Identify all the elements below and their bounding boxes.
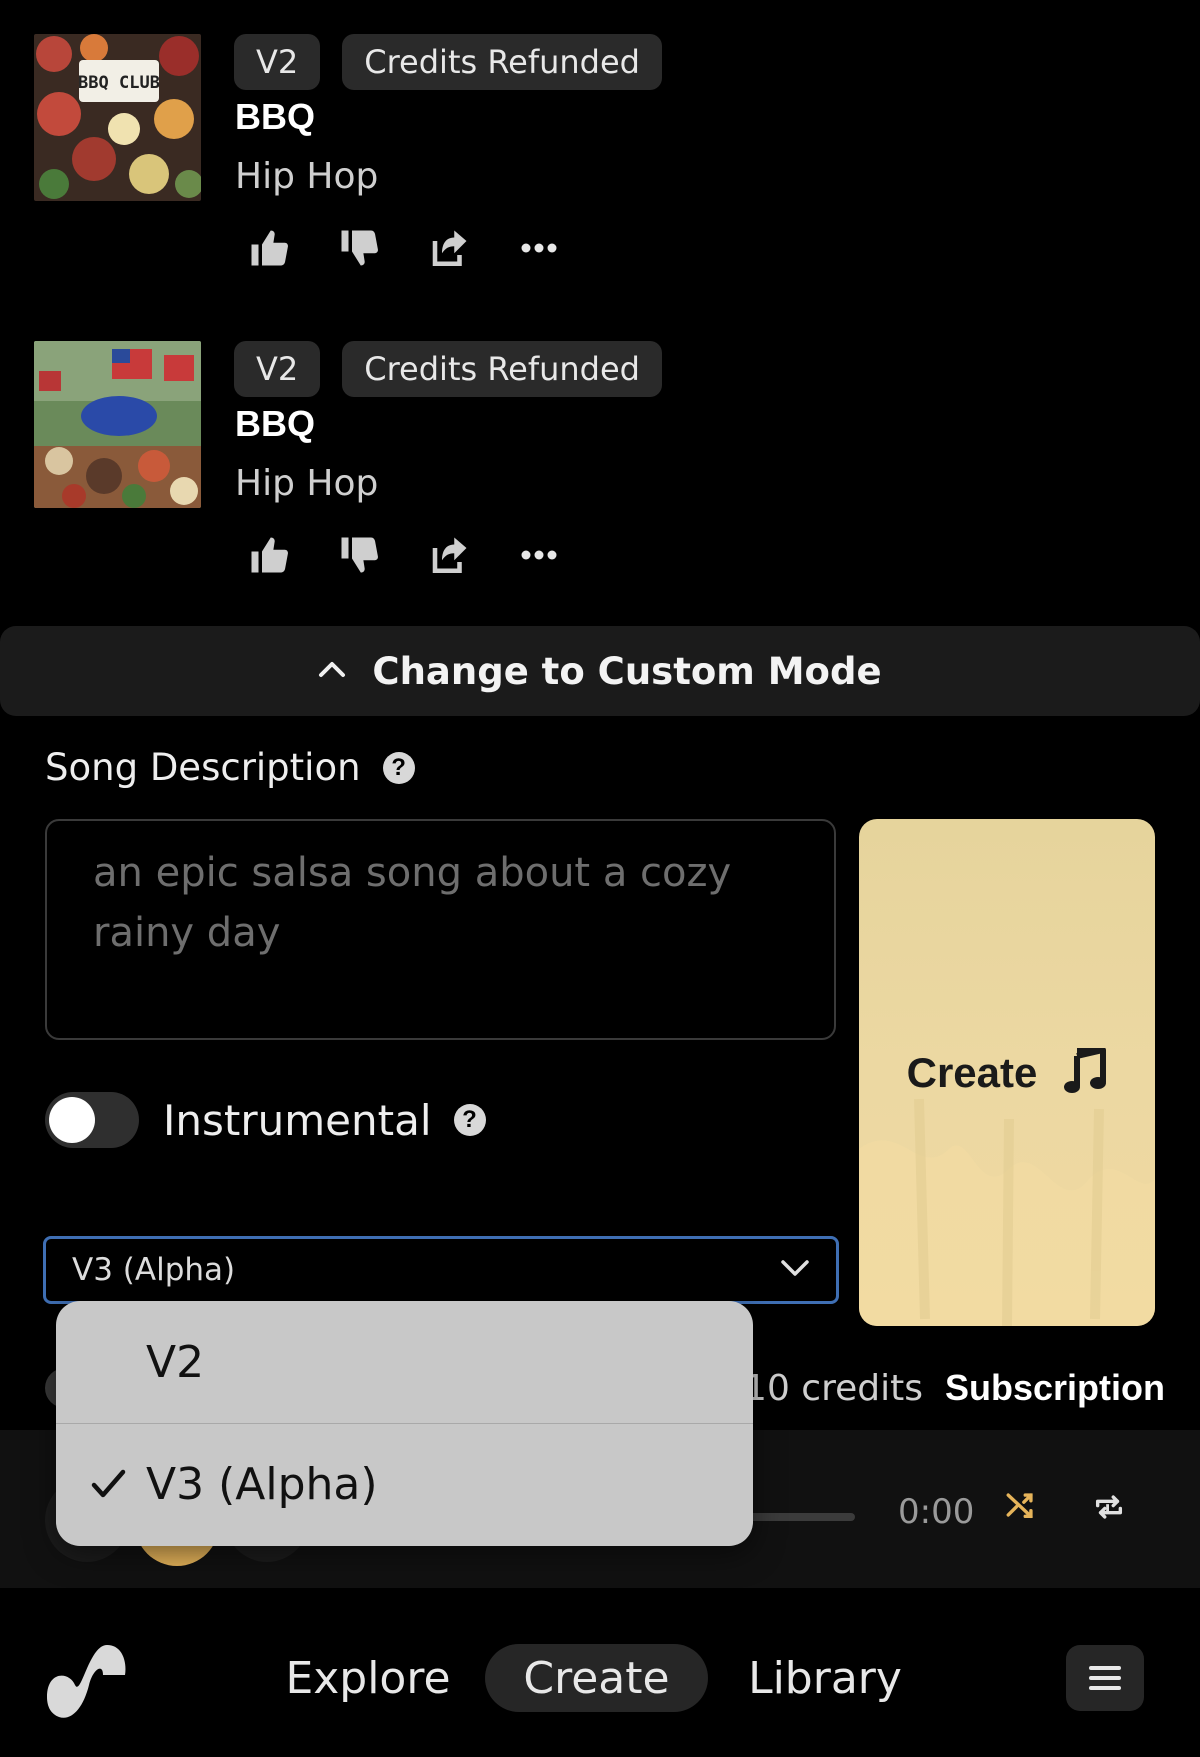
song-description-header: Song Description ? xyxy=(45,746,415,789)
version-badge: V2 xyxy=(234,34,321,90)
model-version-select[interactable]: V3 (Alpha) xyxy=(43,1236,839,1304)
shuffle-icon[interactable] xyxy=(1004,1488,1038,1526)
help-icon[interactable]: ? xyxy=(453,1104,486,1136)
more-options-icon[interactable] xyxy=(494,224,584,272)
status-badge: Credits Refunded xyxy=(342,341,662,397)
playback-time: 0:00 xyxy=(898,1492,975,1532)
instrumental-row: Instrumental ? xyxy=(45,1092,486,1148)
create-button[interactable]: Create xyxy=(859,819,1155,1326)
song-item[interactable]: V2 Credits Refunded BBQ Hip Hop xyxy=(34,341,1174,601)
song-item[interactable]: BBQ CLUB V2 Credits Refunded BBQ Hip Hop xyxy=(34,34,1174,294)
create-button-label: Create xyxy=(906,1048,1038,1096)
instrumental-toggle[interactable] xyxy=(45,1092,139,1148)
model-option-v2[interactable]: V2 xyxy=(56,1301,753,1423)
song-description-label: Song Description xyxy=(45,746,361,789)
music-note-icon xyxy=(1063,1041,1107,1098)
song-title[interactable]: BBQ xyxy=(235,96,315,138)
model-option-v3-alpha[interactable]: V3 (Alpha) xyxy=(56,1423,753,1545)
chevron-up-icon xyxy=(318,660,346,682)
song-cover[interactable]: BBQ CLUB xyxy=(34,34,201,201)
song-genre: Hip Hop xyxy=(235,156,379,197)
nav-library[interactable]: Library xyxy=(745,1644,905,1712)
bottom-navigation: Explore Create Library xyxy=(0,1588,1200,1757)
model-version-dropdown: V2 V3 (Alpha) xyxy=(56,1301,753,1546)
version-badge: V2 xyxy=(234,341,321,397)
hamburger-icon[interactable] xyxy=(1066,1645,1144,1711)
instrumental-label: Instrumental xyxy=(163,1095,432,1145)
more-options-icon[interactable] xyxy=(494,531,584,579)
share-icon[interactable] xyxy=(404,224,494,272)
option-label: V2 xyxy=(146,1336,205,1388)
song-description-input[interactable] xyxy=(45,819,836,1040)
cover-logo-text: BBQ CLUB xyxy=(78,73,160,93)
thumbs-up-icon[interactable] xyxy=(224,531,314,579)
account-row: 110 credits Subscription xyxy=(721,1367,1165,1409)
thumbs-down-icon[interactable] xyxy=(314,531,404,579)
progress-bar[interactable] xyxy=(740,1513,855,1521)
nav-explore[interactable]: Explore xyxy=(283,1644,453,1712)
mode-toggle-label: Change to Custom Mode xyxy=(372,649,882,693)
song-genre: Hip Hop xyxy=(235,463,379,504)
thumbs-down-icon[interactable] xyxy=(314,224,404,272)
toggle-knob xyxy=(49,1097,95,1143)
change-to-custom-mode-button[interactable]: Change to Custom Mode xyxy=(0,626,1200,716)
song-title[interactable]: BBQ xyxy=(235,403,315,445)
nav-create[interactable]: Create xyxy=(485,1644,708,1712)
selected-model: V3 (Alpha) xyxy=(72,1252,236,1288)
chevron-down-icon xyxy=(780,1259,810,1281)
checkmark-icon xyxy=(90,1462,126,1513)
song-cover[interactable] xyxy=(34,341,201,508)
repeat-icon[interactable] xyxy=(1092,1490,1126,1528)
subscription-link[interactable]: Subscription xyxy=(945,1367,1165,1409)
thumbs-up-icon[interactable] xyxy=(224,224,314,272)
status-badge: Credits Refunded xyxy=(342,34,662,90)
app-logo[interactable] xyxy=(43,1635,129,1725)
help-icon[interactable]: ? xyxy=(382,751,415,784)
share-icon[interactable] xyxy=(404,531,494,579)
option-label: V3 (Alpha) xyxy=(146,1459,378,1510)
